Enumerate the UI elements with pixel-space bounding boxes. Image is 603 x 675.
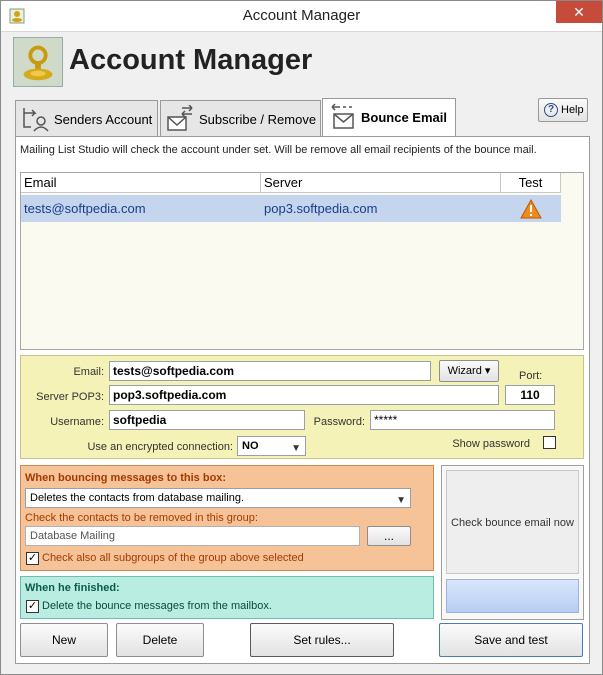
delete-bounce-checkbox[interactable]: ✓ [26, 600, 39, 613]
chevron-down-icon: ▼ [396, 495, 406, 506]
senders-account-icon [23, 108, 49, 132]
subscribe-remove-icon [167, 105, 193, 131]
finished-title: When he finished: [25, 582, 120, 594]
wizard-button[interactable]: Wizard ▾ [439, 360, 499, 382]
save-and-test-button[interactable]: Save and test [439, 623, 583, 657]
title-bar: Account Manager ✕ [1, 1, 602, 32]
tab-senders-account[interactable]: Senders Account [15, 100, 158, 136]
tab-senders-account-label: Senders Account [54, 112, 153, 127]
port-field[interactable]: 110 [505, 385, 555, 405]
encrypted-connection-select[interactable]: NO ▼ [237, 436, 306, 456]
tab-subscribe-remove[interactable]: Subscribe / Remove [160, 100, 321, 136]
check-bounce-email-button[interactable]: Check bounce email now [446, 470, 579, 574]
account-manager-logo-icon [13, 37, 63, 87]
show-password-label: Show password [452, 438, 530, 450]
column-header-test[interactable]: Test [501, 173, 561, 193]
warning-icon [520, 199, 542, 219]
show-password-checkbox[interactable] [543, 436, 556, 449]
tab-bounce-email-label: Bounce Email [361, 110, 447, 125]
row-email: tests@softpedia.com [24, 201, 146, 216]
subgroups-label: Check also all subgroups of the group ab… [42, 552, 304, 564]
username-field[interactable]: softpedia [109, 410, 305, 430]
help-label: Help [561, 104, 584, 116]
help-button[interactable]: ? Help [538, 98, 588, 122]
delete-bounce-label: Delete the bounce messages from the mail… [42, 600, 272, 612]
accounts-table: Email Server Test tests@softpedia.com po… [20, 172, 584, 350]
window-title: Account Manager [242, 7, 361, 24]
chevron-down-icon: ▾ [481, 365, 491, 377]
delete-button[interactable]: Delete [116, 623, 204, 657]
group-label: Check the contacts to be removed in this… [25, 512, 258, 524]
info-text: Mailing List Studio will check the accou… [20, 144, 537, 156]
password-label: Password: [313, 416, 365, 428]
help-icon: ? [544, 103, 558, 117]
wizard-label: Wizard [447, 365, 482, 377]
group-value: Database Mailing [30, 530, 115, 542]
bounce-action-value: Deletes the contacts from database maili… [30, 492, 245, 504]
account-manager-window: Account Manager ✕ Account Manager Sender… [0, 0, 603, 675]
tab-subscribe-remove-label: Subscribe / Remove [199, 112, 317, 127]
row-server: pop3.softpedia.com [264, 201, 378, 216]
progress-bar [446, 579, 579, 613]
header: Account Manager [11, 37, 591, 91]
bouncing-panel: When bouncing messages to this box: Dele… [20, 465, 434, 571]
username-label: Username: [50, 416, 104, 428]
server-pop3-field[interactable]: pop3.softpedia.com [109, 385, 499, 405]
new-button[interactable]: New [20, 623, 108, 657]
account-settings-panel: Email: tests@softpedia.com Wizard ▾ Port… [20, 355, 584, 459]
tab-bounce-email[interactable]: Bounce Email [322, 98, 456, 136]
table-header: Email Server Test [21, 173, 561, 193]
bounce-email-panel: Mailing List Studio will check the accou… [15, 136, 590, 664]
password-field[interactable]: ***** [370, 410, 555, 430]
chevron-down-icon: ▼ [291, 443, 301, 454]
check-bounce-panel: Check bounce email now [441, 465, 584, 620]
browse-group-button[interactable]: ... [367, 526, 411, 546]
email-field[interactable]: tests@softpedia.com [109, 361, 431, 381]
bounce-action-select[interactable]: Deletes the contacts from database maili… [25, 488, 411, 508]
column-header-server[interactable]: Server [261, 173, 501, 193]
close-button[interactable]: ✕ [556, 1, 602, 23]
bounce-email-icon [331, 103, 354, 129]
set-rules-button[interactable]: Set rules... [250, 623, 394, 657]
column-header-email[interactable]: Email [21, 173, 261, 193]
email-label: Email: [73, 366, 104, 378]
port-label: Port: [519, 370, 543, 382]
table-row[interactable]: tests@softpedia.com pop3.softpedia.com [21, 195, 561, 222]
server-pop3-label: Server POP3: [36, 391, 104, 403]
group-field[interactable]: Database Mailing [25, 526, 360, 546]
header-title: Account Manager [69, 44, 313, 76]
subgroups-checkbox[interactable]: ✓ [26, 552, 39, 565]
encrypted-connection-value: NO [242, 440, 259, 452]
finished-panel: When he finished: ✓ Delete the bounce me… [20, 576, 434, 619]
encrypted-connection-label: Use an encrypted connection: [87, 441, 233, 453]
bouncing-title: When bouncing messages to this box: [25, 472, 227, 484]
